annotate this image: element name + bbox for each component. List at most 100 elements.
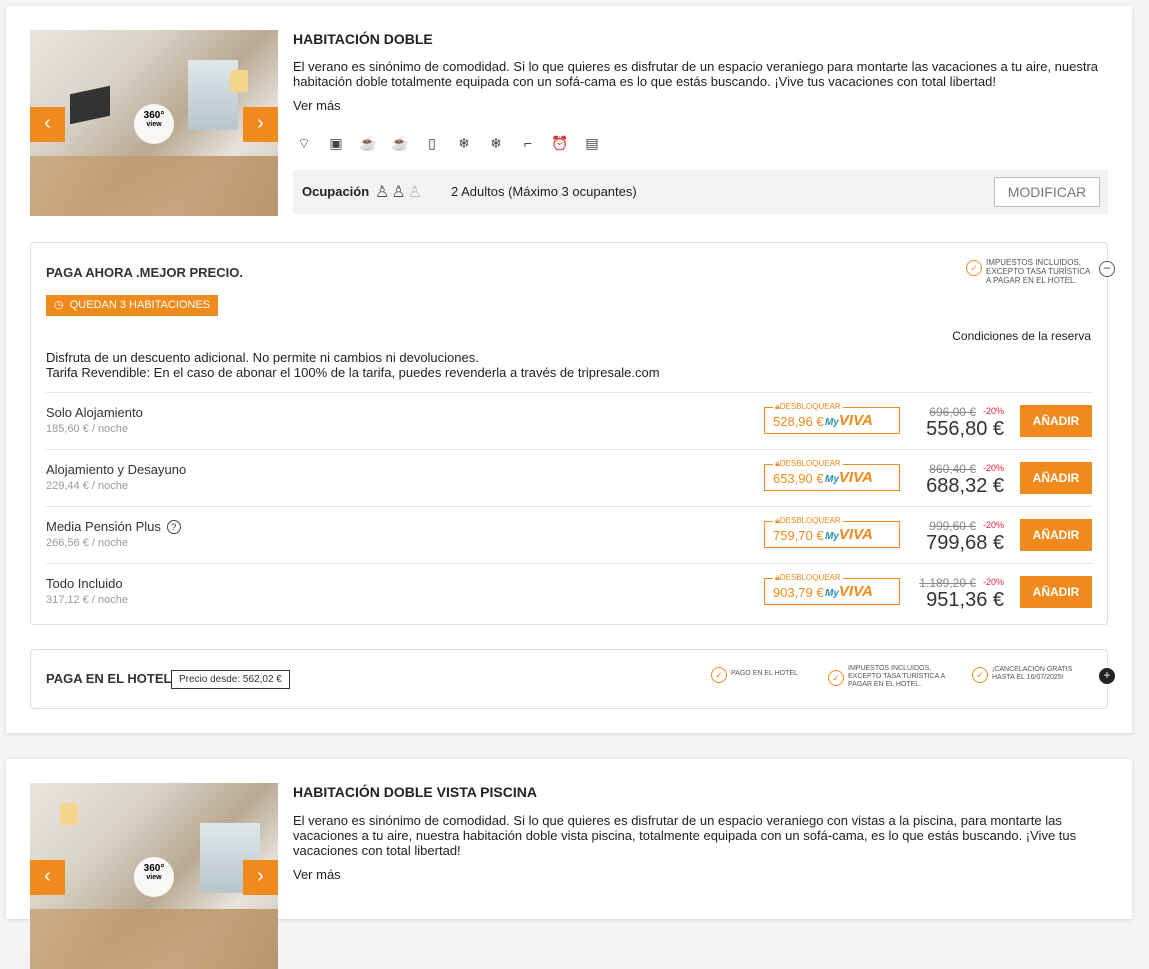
room-description: El verano es sinónimo de comodidad. Si l…	[293, 59, 1099, 89]
myviva-logo: MyVIVA	[825, 469, 873, 486]
photo-lamp	[230, 70, 248, 92]
myviva-logo: MyVIVA	[825, 526, 873, 543]
photo-floor	[30, 909, 278, 969]
heating-icon: ❄	[490, 135, 502, 151]
old-price: 860,40 €	[929, 462, 976, 476]
myviva-price: 903,79 €	[773, 585, 824, 600]
pay-hotel-title: PAGA EN EL HOTEL	[46, 671, 172, 686]
collapse-icon[interactable]: −	[1099, 261, 1115, 277]
room-card: 360° view ‹ › HABITACIÓN DOBLE El verano …	[6, 6, 1132, 733]
rate-per-night: 317,12 € / noche	[46, 594, 128, 606]
myviva-unlock-box[interactable]: 🔒︎DESBLOQUEAR 528,96 € MyVIVA	[764, 401, 900, 434]
help-icon[interactable]: ?	[166, 520, 181, 534]
add-button[interactable]: AÑADIR	[1020, 405, 1092, 437]
pay-hotel-panel: PAGA EN EL HOTEL Precio desde: 562,02 € …	[30, 649, 1115, 709]
person-icon: ♙	[391, 184, 408, 201]
add-button[interactable]: AÑADIR	[1020, 462, 1092, 494]
price: 556,80 €	[926, 418, 1004, 440]
ac-icon: ❄	[458, 135, 470, 151]
person-icon: ♙	[407, 184, 425, 201]
person-icon: ♙	[375, 184, 392, 201]
rate-name: Media Pensión Plus?	[46, 519, 181, 534]
hairdryer-icon: ⌐	[523, 135, 533, 151]
view-360-icon[interactable]: 360° view	[134, 104, 174, 144]
check-badge-icon: ✓	[828, 670, 844, 686]
old-price: 1.189,20 €	[919, 576, 976, 590]
discount-label: -20%	[982, 406, 1004, 416]
myviva-price: 759,70 €	[773, 528, 824, 543]
myviva-unlock-box[interactable]: 🔒︎DESBLOQUEAR 903,79 € MyVIVA	[764, 572, 900, 605]
room-card: 360° view ‹ › HABITACIÓN DOBLE VISTA PISC…	[6, 759, 1132, 969]
photo-tv	[70, 85, 110, 125]
myviva-logo: MyVIVA	[825, 583, 873, 600]
ver-mas-link[interactable]: Ver más	[293, 98, 341, 113]
photo-lamp	[60, 803, 78, 825]
add-button[interactable]: AÑADIR	[1020, 519, 1092, 551]
room-title: HABITACIÓN DOBLE	[293, 31, 433, 47]
rate-row: Media Pensión Plus? 266,56 € / noche 🔒︎D…	[46, 506, 1092, 563]
safe-icon: ▣	[329, 135, 343, 151]
booking-conditions-link[interactable]: Condiciones de la reserva	[952, 329, 1091, 343]
amenities-list: ⌔ ▣ ☕ ☕ ▯ ❄ ❄ ⌐ ⏰ ▤	[295, 134, 601, 152]
add-button[interactable]: AÑADIR	[1020, 576, 1092, 608]
myviva-price: 653,90 €	[773, 471, 824, 486]
hotel-feature: ✓ PAGO EN EL HOTEL	[711, 665, 798, 683]
prev-photo-button[interactable]: ‹	[30, 860, 65, 895]
rooms-left-badge: ◷ QUEDAN 3 HABITACIONES	[46, 295, 219, 316]
coffee-icon: ☕	[359, 135, 377, 151]
price: 688,32 €	[926, 475, 1004, 497]
alarm-icon: ⏰	[551, 135, 569, 151]
rate-per-night: 185,60 € / noche	[46, 423, 128, 435]
old-price: 999,60 €	[929, 519, 976, 533]
kettle-icon: ☕	[391, 135, 409, 151]
bathroom-icon: ▤	[585, 135, 599, 151]
occupancy-text: 2 Adultos (Máximo 3 ocupantes)	[451, 184, 637, 199]
rate-row: Solo Alojamiento 185,60 € / noche 🔒︎DESB…	[46, 392, 1092, 449]
next-photo-button[interactable]: ›	[243, 860, 278, 895]
room-title: HABITACIÓN DOBLE VISTA PISCINA	[293, 784, 537, 800]
discount-label: -20%	[982, 520, 1004, 530]
rate-per-night: 266,56 € / noche	[46, 537, 128, 549]
rate-name: Solo Alojamiento	[46, 405, 143, 420]
tax-note: ✓ IMPUESTOS INCLUIDOS, EXCEPTO TASA TURÍ…	[966, 258, 1091, 285]
fridge-icon: ▯	[428, 135, 436, 151]
ver-mas-link[interactable]: Ver más	[293, 867, 341, 882]
rate-name: Alojamiento y Desayuno	[46, 462, 187, 477]
rate-row: Alojamiento y Desayuno 229,44 € / noche …	[46, 449, 1092, 506]
clock-icon: ◷	[54, 299, 64, 311]
view-360-icon[interactable]: 360° view	[134, 857, 174, 897]
price: 951,36 €	[926, 589, 1004, 611]
occupancy-icons: ♙♙♙	[375, 182, 424, 202]
photo-floor	[30, 156, 278, 216]
check-badge-icon: ✓	[966, 260, 982, 276]
tax-note-text: IMPUESTOS INCLUIDOS, EXCEPTO TASA TURÍST…	[986, 258, 1090, 285]
wifi-icon: ⌔	[297, 135, 311, 151]
pay-now-panel: PAGA AHORA .MEJOR PRECIO. ✓ IMPUESTOS IN…	[30, 242, 1115, 625]
price-from-badge: Precio desde: 562,02 €	[171, 670, 290, 689]
expand-icon[interactable]: +	[1099, 668, 1115, 684]
rate-row: Todo Incluido 317,12 € / noche 🔒︎DESBLOQ…	[46, 563, 1092, 620]
room-photo[interactable]: 360° view ‹ ›	[30, 30, 278, 216]
check-badge-icon: ✓	[711, 667, 727, 683]
myviva-price: 528,96 €	[773, 414, 824, 429]
rate-per-night: 229,44 € / noche	[46, 480, 128, 492]
myviva-unlock-box[interactable]: 🔒︎DESBLOQUEAR 653,90 € MyVIVA	[764, 458, 900, 491]
rate-name: Todo Incluido	[46, 576, 123, 591]
occupancy-bar: Ocupación ♙♙♙ 2 Adultos (Máximo 3 ocupan…	[293, 170, 1108, 214]
hotel-feature: ✓ ¡CANCELACIÓN GRATIS HASTA EL 16/07/202…	[972, 665, 1082, 683]
room-description: El verano es sinónimo de comodidad. Si l…	[293, 813, 1077, 858]
pay-now-title: PAGA AHORA .MEJOR PRECIO.	[46, 265, 243, 280]
occupancy-label: Ocupación	[302, 184, 370, 199]
prev-photo-button[interactable]: ‹	[30, 107, 65, 142]
price: 799,68 €	[926, 532, 1004, 554]
discount-label: -20%	[982, 463, 1004, 473]
modify-button[interactable]: MODIFICAR	[994, 177, 1100, 207]
old-price: 696,00 €	[929, 405, 976, 419]
check-badge-icon: ✓	[972, 667, 988, 683]
myviva-logo: MyVIVA	[825, 412, 873, 429]
room-photo[interactable]: 360° view ‹ ›	[30, 783, 278, 969]
next-photo-button[interactable]: ›	[243, 107, 278, 142]
rate-description: Disfruta de un descuento adicional. No p…	[46, 350, 660, 380]
myviva-unlock-box[interactable]: 🔒︎DESBLOQUEAR 759,70 € MyVIVA	[764, 515, 900, 548]
hotel-feature: ✓ IMPUESTOS INCLUIDOS, EXCEPTO TASA TURÍ…	[828, 665, 953, 689]
